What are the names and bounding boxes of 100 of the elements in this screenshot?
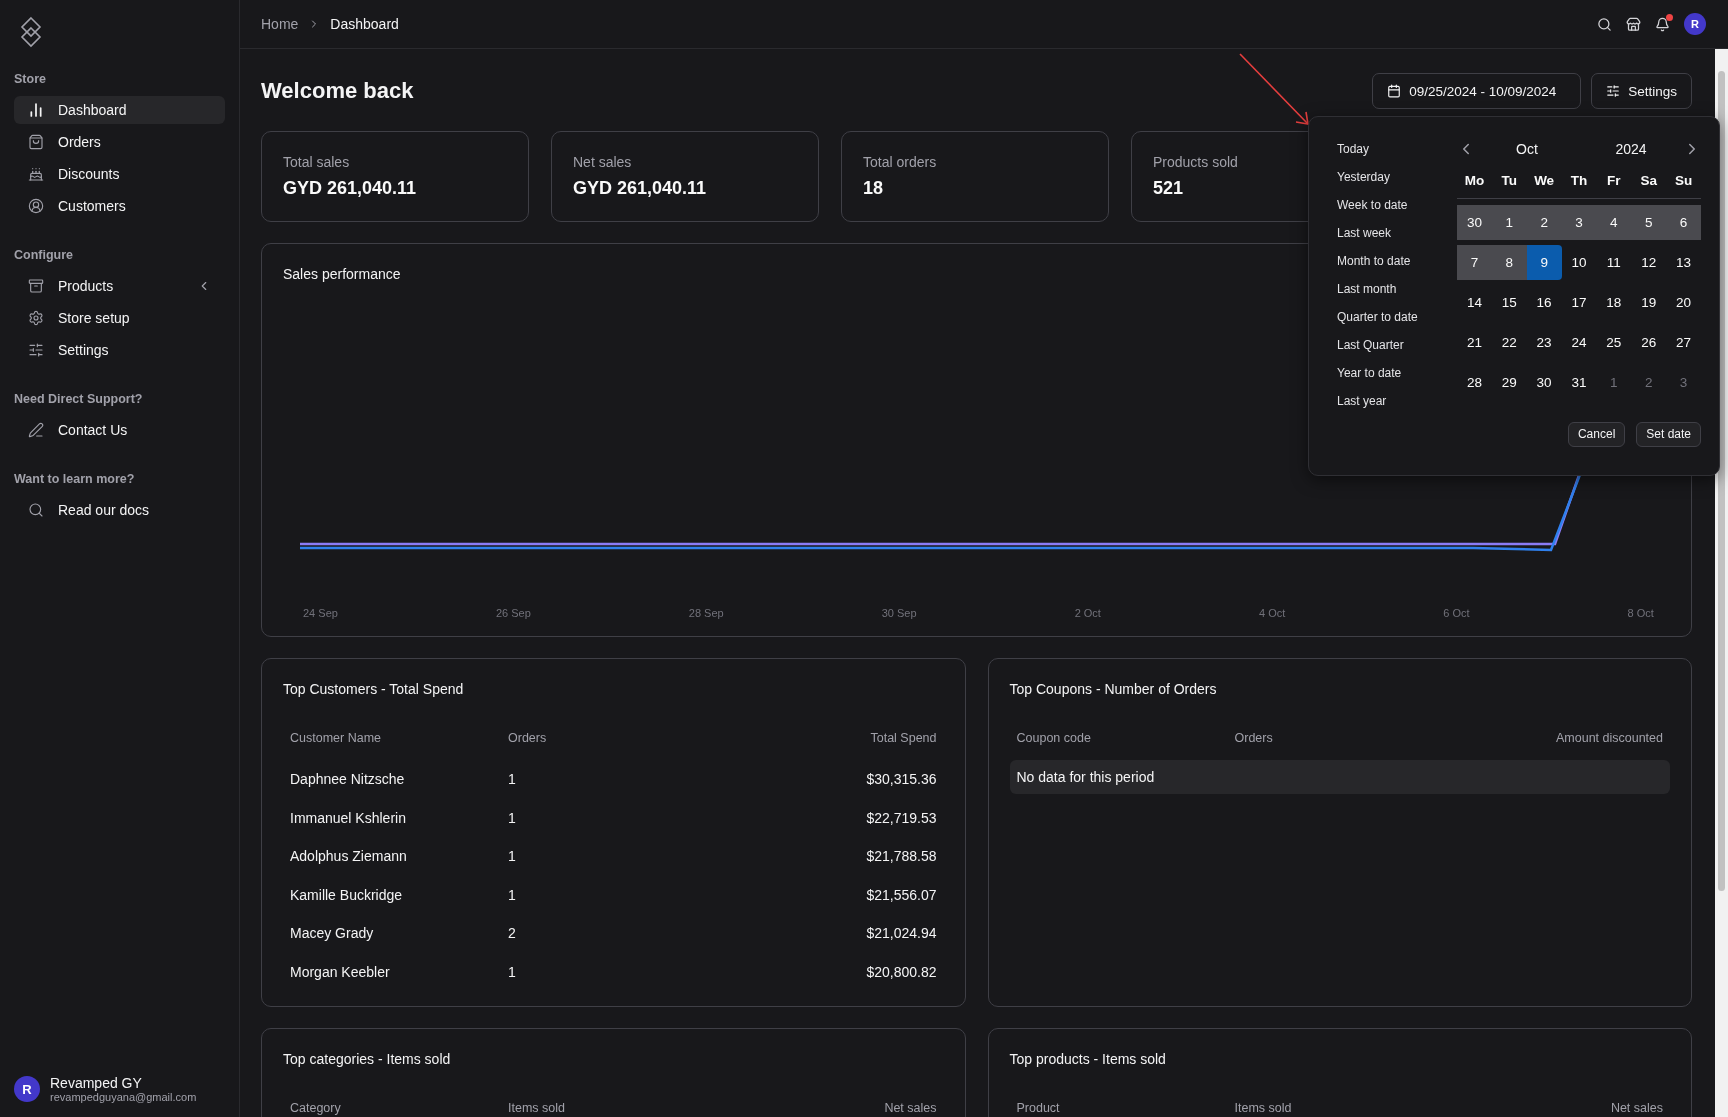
sidebar-item[interactable]: Store setup [14,304,225,332]
sidebar-item[interactable]: Settings [14,336,225,364]
settings-button[interactable]: Settings [1591,73,1692,109]
calendar-day[interactable]: 16 [1526,285,1562,320]
preset-option[interactable]: Quarter to date [1337,303,1457,331]
calendar-day[interactable]: 15 [1491,285,1527,320]
bell-icon[interactable] [1655,16,1670,32]
calendar-day[interactable]: 30 [1526,365,1562,400]
month-label[interactable]: Oct [1475,141,1579,157]
table-cell-text: $20,800.82 [865,962,938,982]
sidebar-item[interactable]: Dashboard [14,96,225,124]
column-header: Product [1015,1101,1061,1117]
calendar-day[interactable]: 17 [1561,285,1597,320]
user-avatar[interactable]: R [1684,13,1706,35]
calendar-day[interactable]: 1 [1596,365,1632,400]
calendar-day[interactable]: 22 [1491,325,1527,360]
settings-icon [28,310,44,326]
weekday-label: Tu [1500,173,1518,188]
store-icon[interactable] [1626,16,1641,32]
calendar-day[interactable]: 24 [1561,325,1597,360]
axis-label: 24 Sep [303,607,338,619]
preset-option[interactable]: Week to date [1337,191,1457,219]
preset-option[interactable]: Today [1337,135,1457,163]
calendar-day[interactable]: 31 [1561,365,1597,400]
calendar-day[interactable]: 14 [1457,285,1492,320]
preset-option[interactable]: Last week [1337,219,1457,247]
page-title: Welcome back [261,78,415,104]
calendar-day[interactable]: 3 [1561,205,1597,240]
calendar-day[interactable]: 10 [1561,245,1597,280]
calendar-day[interactable]: 30 [1457,205,1492,240]
year-label[interactable]: 2024 [1579,141,1683,157]
breadcrumb-link[interactable]: Dashboard [330,16,399,32]
card-title: Sales performance [283,266,401,282]
column-header: Items sold [1233,1101,1293,1117]
calendar-day[interactable]: 18 [1596,285,1632,320]
calendar-day[interactable]: 9 [1526,245,1562,280]
axis-label: 26 Sep [495,607,531,619]
calendar-day[interactable]: 29 [1491,365,1527,400]
table-cell-text: $30,315.36 [865,770,938,790]
calendar-day[interactable]: 23 [1526,325,1562,360]
user-circle-icon [28,198,44,214]
calendar-day[interactable]: 11 [1596,245,1632,280]
user-email: revampedguyana@gmail.com [50,1091,197,1103]
search-icon [28,502,44,518]
stat-label: Total sales [283,154,351,170]
preset-option[interactable]: Year to date [1337,359,1457,387]
table-cell-text: Adolphus Ziemann [289,847,408,867]
calendar-day[interactable]: 28 [1457,365,1492,400]
preset-option[interactable]: Last month [1337,275,1457,303]
calendar-day[interactable]: 25 [1596,325,1632,360]
table-cell-text: Immanuel Kshlerin [289,808,407,828]
search-icon[interactable] [1597,16,1612,32]
calendar-day[interactable]: 8 [1491,245,1527,280]
calendar-day[interactable]: 7 [1457,245,1492,280]
sliders-icon [1606,84,1621,98]
sidebar-item[interactable]: Contact Us [14,416,225,444]
sidebar-item[interactable]: Read our docs [14,496,225,524]
calendar-day[interactable]: 2 [1631,365,1667,400]
weekday-label: Su [1673,173,1694,188]
sidebar-item[interactable]: Customers [14,192,225,220]
preset-option[interactable]: Yesterday [1337,163,1457,191]
stat-label: Total orders [863,154,938,170]
section-title: Want to learn more? [14,472,136,486]
calendar-day[interactable]: 19 [1631,285,1667,320]
calendar-day[interactable]: 21 [1457,325,1492,360]
section-title: Need Direct Support? [14,392,144,406]
breadcrumb-link[interactable]: Home [261,16,299,32]
calendar-day[interactable]: 27 [1666,325,1701,360]
calendar-day[interactable]: 2 [1526,205,1562,240]
stat-value: 18 [863,178,884,199]
table-cell-text: 1 [507,808,517,828]
date-range-button[interactable]: 09/25/2024 - 10/09/2024 [1372,73,1582,109]
column-header: Category [289,1101,342,1117]
calendar-day[interactable]: 4 [1596,205,1632,240]
preset-option[interactable]: Last Quarter [1337,331,1457,359]
calendar-day[interactable]: 13 [1666,245,1701,280]
calendar-day[interactable]: 26 [1631,325,1667,360]
sidebar-item[interactable]: Orders [14,128,225,156]
calendar-day[interactable]: 3 [1666,365,1701,400]
calendar-day[interactable]: 20 [1666,285,1701,320]
sidebar-item[interactable]: Products [14,272,225,300]
table-cell-text: $21,788.58 [865,847,938,867]
user-avatar[interactable]: R [14,1076,40,1102]
card-title: Top categories - Items sold [283,1051,451,1067]
weekday-label: Th [1569,173,1589,188]
preset-option[interactable]: Month to date [1337,247,1457,275]
sidebar-item[interactable]: Discounts [14,160,225,188]
calendar-day[interactable]: 12 [1631,245,1667,280]
table-cell-text: Kamille Buckridge [289,885,404,905]
axis-label: 2 Oct [1074,607,1101,619]
logo-icon [20,16,42,48]
stat-value: GYD 261,040.11 [573,178,707,199]
calendar-day[interactable]: 6 [1666,205,1701,240]
calendar-day[interactable]: 5 [1631,205,1667,240]
cancel-button[interactable]: Cancel [1567,421,1626,447]
calendar-day[interactable]: 1 [1491,205,1527,240]
set-date-button[interactable]: Set date [1636,421,1701,447]
empty-message: No data for this period [1009,760,1670,794]
column-header: Items sold [507,1101,566,1117]
preset-option[interactable]: Last year [1337,387,1457,415]
